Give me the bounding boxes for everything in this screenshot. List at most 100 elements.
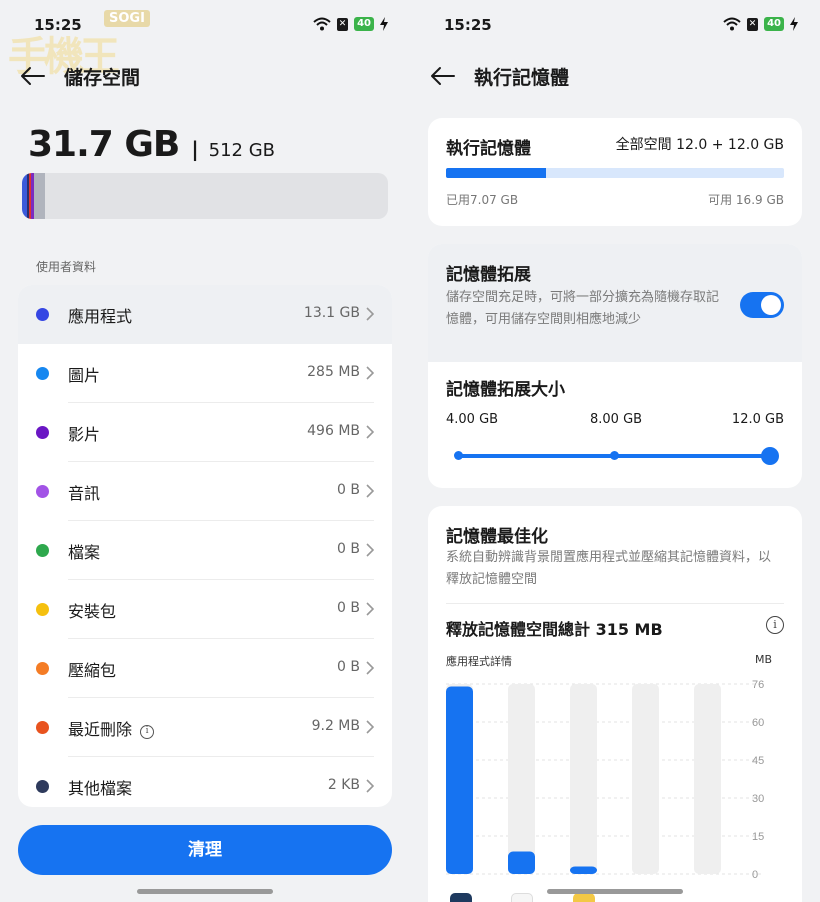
section-label: 使用者資料 — [36, 260, 97, 274]
toggle-knob — [761, 295, 781, 315]
category-size: 0 B — [337, 659, 360, 675]
no-sim-icon: ✕ — [337, 17, 349, 31]
ram-card: 執行記憶體 全部空間 12.0 + 12.0 GB 已用7.07 GB 可用 1… — [428, 118, 802, 226]
storage-category-list: 應用程式 13.1 GB 圖片 285 MB 影片 496 MB 音訊 0 B 檔案 0 B 安裝包… — [18, 285, 392, 807]
memory-extension-toggle-row[interactable]: 記憶體拓展 儲存空間充足時，可將一部分擴充為隨機存取記憶體，可用儲存空間則相應地… — [428, 244, 802, 362]
home-indicator[interactable] — [137, 889, 273, 894]
chevron-right-icon — [366, 720, 374, 734]
category-name: 壓縮包 — [68, 657, 116, 681]
slider-thumb[interactable] — [761, 447, 779, 465]
storage-summary: 31.7 GB | 512 GB — [28, 124, 275, 165]
list-item[interactable]: 安裝包 0 B — [18, 580, 392, 639]
chevron-right-icon — [366, 543, 374, 557]
storage-capacity: 512 GB — [208, 140, 276, 161]
chevron-right-icon — [366, 307, 374, 321]
chevron-right-icon — [366, 661, 374, 675]
info-icon[interactable]: i — [140, 725, 155, 739]
list-item[interactable]: 音訊 0 B — [18, 462, 392, 521]
category-color-dot — [36, 544, 49, 557]
chart-bar — [446, 686, 473, 874]
y-tick-label: 60 — [752, 717, 764, 729]
category-size: 0 B — [337, 482, 360, 498]
category-size: 0 B — [337, 600, 360, 616]
chevron-right-icon — [366, 779, 374, 793]
app-settings-icon — [450, 893, 472, 902]
extension-option-label: 4.00 GB — [446, 412, 499, 427]
category-size: 2 KB — [327, 777, 360, 793]
y-tick-label: 30 — [752, 793, 764, 805]
list-item[interactable]: 最近刪除 i 9.2 MB — [18, 698, 392, 757]
y-tick-label: 45 — [752, 755, 764, 767]
category-name: 其他檔案 — [68, 775, 132, 799]
category-label: 其他檔案 — [68, 779, 133, 798]
storage-screen: 15:25 ✕ 40 SOGI 手機王 儲存空間 31.7 GB | 512 G… — [0, 0, 410, 902]
slider-stop[interactable] — [454, 451, 463, 460]
list-item[interactable]: 壓縮包 0 B — [18, 639, 392, 698]
home-indicator[interactable] — [547, 889, 683, 894]
status-icons: ✕ 40 — [723, 17, 798, 31]
memory-extension-toggle[interactable] — [740, 292, 784, 318]
category-name: 圖片 — [68, 362, 100, 386]
bar-track — [694, 684, 721, 874]
chart-x-label: 應用程式詳情 — [446, 655, 512, 668]
page-header: 執行記憶體 — [410, 60, 820, 92]
category-size: 9.2 MB — [311, 718, 360, 734]
category-name: 音訊 — [68, 480, 100, 504]
charging-icon — [790, 17, 798, 31]
chart-bar — [508, 851, 535, 874]
page-title: 執行記憶體 — [474, 67, 570, 89]
category-size: 285 MB — [307, 364, 360, 380]
page-title: 儲存空間 — [64, 67, 141, 89]
ram-usage-fill — [446, 168, 546, 178]
y-tick-label: 0 — [752, 869, 758, 881]
storage-usage-bar — [22, 173, 388, 219]
status-icons: ✕ 40 — [313, 17, 388, 31]
battery-icon: 40 — [764, 17, 784, 31]
list-item[interactable]: 檔案 0 B — [18, 521, 392, 580]
category-label: 壓縮包 — [68, 661, 117, 680]
category-color-dot — [36, 780, 49, 793]
memory-optimization-card: 記憶體最佳化 系統自動辨識背景閒置應用程式並壓縮其記憶體資料，以釋放記憶體空間 … — [428, 506, 802, 902]
list-item[interactable]: 應用程式 13.1 GB — [18, 285, 392, 344]
wifi-icon — [313, 17, 331, 31]
list-item[interactable]: 影片 496 MB — [18, 403, 392, 462]
extension-size-title: 記憶體拓展大小 — [446, 380, 565, 400]
charging-icon — [380, 17, 388, 31]
ram-title: 執行記憶體 — [446, 139, 531, 159]
extension-option-label: 12.0 GB — [731, 412, 784, 427]
category-label: 最近刪除 — [68, 720, 133, 739]
ram-used: 已用7.07 GB — [446, 193, 519, 207]
category-name: 應用程式 — [68, 303, 132, 327]
back-arrow-icon[interactable] — [428, 64, 456, 88]
ram-available: 可用 16.9 GB — [708, 193, 784, 207]
battery-icon: 40 — [354, 17, 374, 31]
optimization-title: 記憶體最佳化 — [446, 527, 548, 547]
chart-unit-label: MB — [754, 653, 772, 666]
slider-stop[interactable] — [610, 451, 619, 460]
category-color-dot — [36, 367, 49, 380]
clean-button[interactable]: 清理 — [18, 825, 392, 875]
y-tick-label: 15 — [752, 831, 764, 843]
page-header: 儲存空間 — [0, 60, 410, 92]
category-color-dot — [36, 662, 49, 675]
list-item[interactable]: 其他檔案 2 KB — [18, 757, 392, 807]
category-label: 安裝包 — [68, 602, 117, 621]
category-color-dot — [36, 426, 49, 439]
category-label: 檔案 — [68, 543, 101, 562]
storage-used: 31.7 GB — [28, 124, 180, 165]
category-name: 影片 — [68, 421, 100, 445]
chevron-right-icon — [366, 425, 374, 439]
category-label: 音訊 — [68, 484, 101, 503]
info-icon[interactable]: i — [766, 616, 784, 634]
category-size: 0 B — [337, 541, 360, 557]
freed-memory-total: 釋放記憶體空間總計 315 MB — [446, 620, 663, 639]
category-label: 影片 — [68, 425, 101, 444]
memory-extension-card: 記憶體拓展 儲存空間充足時，可將一部分擴充為隨機存取記憶體，可用儲存空間則相應地… — [428, 244, 802, 488]
bar-track — [508, 684, 535, 874]
category-color-dot — [36, 721, 49, 734]
app-home-icon — [511, 893, 533, 902]
category-name: 檔案 — [68, 539, 100, 563]
ram-total: 全部空間 12.0 + 12.0 GB — [615, 137, 784, 153]
list-item[interactable]: 圖片 285 MB — [18, 344, 392, 403]
back-arrow-icon[interactable] — [18, 64, 46, 88]
